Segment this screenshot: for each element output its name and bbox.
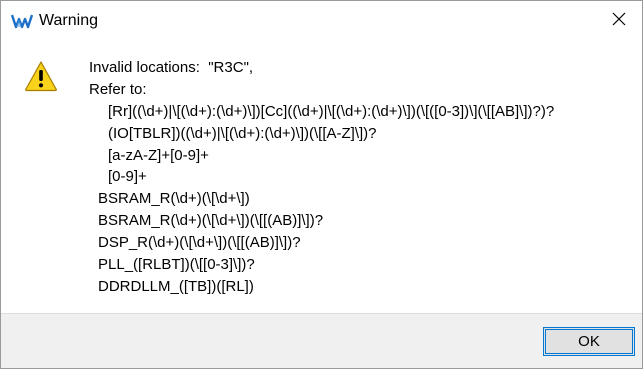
close-icon: [612, 12, 626, 31]
warning-dialog: Warning Invalid locations: "R3C", Refer …: [0, 0, 643, 369]
pattern-line-num: [0-9]+: [108, 168, 147, 185]
title-bar[interactable]: Warning: [1, 1, 642, 41]
close-button[interactable]: [596, 1, 642, 41]
gowin-logo-icon: [10, 13, 34, 29]
pattern-line-bsram-1: BSRAM_R(\d+)(\[\d+\]): [98, 190, 250, 207]
pattern-line-io: (IO[TBLR])((\d+)|\[(\d+):(\d+)\])(\[[A-Z…: [108, 125, 377, 142]
message-area: Invalid locations: "R3C", Refer to: [Rr]…: [1, 41, 642, 313]
button-bar: OK: [1, 313, 642, 368]
pattern-line-bsram-2: BSRAM_R(\d+)(\[\d+\])(\[[(AB)]\])?: [98, 212, 324, 229]
message-line-refer-to: Refer to:: [89, 81, 147, 98]
pattern-line-ddrdllm: DDRDLLM_([TB])([RL]): [98, 278, 254, 295]
message-line-invalid-locations: Invalid locations: "R3C",: [89, 59, 254, 76]
ok-button[interactable]: OK: [543, 327, 635, 356]
warning-triangle-icon: [24, 60, 58, 92]
pattern-line-pll: PLL_([RLBT])(\[[0-3]\])?: [98, 256, 255, 273]
window-title: Warning: [39, 12, 98, 29]
pattern-line-alnum: [a-zA-Z]+[0-9]+: [108, 147, 209, 164]
pattern-line-dsp: DSP_R(\d+)(\[\d+\])(\[[(AB)]\])?: [98, 234, 301, 251]
pattern-line-rc: [Rr]((\d+)|\[(\d+):(\d+)\])[Cc]((\d+)|\[…: [108, 103, 555, 120]
